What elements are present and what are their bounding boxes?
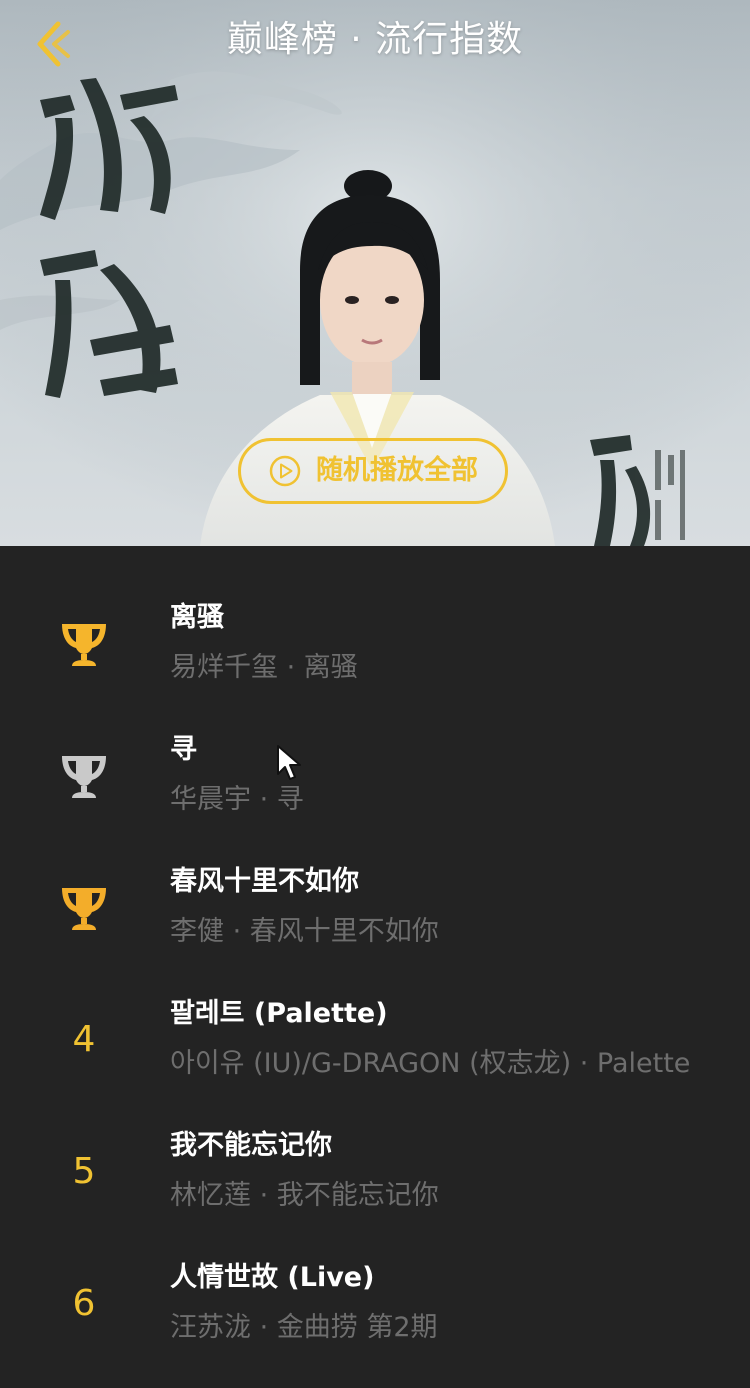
song-subtitle: 李健 · 春风十里不如你 xyxy=(170,916,439,947)
rank-badge: 6 xyxy=(44,1238,124,1370)
list-item[interactable]: 寻 华晨宇 · 寻 xyxy=(0,710,750,842)
rank-badge: 4 xyxy=(44,974,124,1106)
song-subtitle: 林忆莲 · 我不能忘记你 xyxy=(170,1180,439,1211)
song-title: 팔레트 (Palette) xyxy=(170,998,388,1029)
song-title: 离骚 xyxy=(170,602,224,633)
rank-badge xyxy=(44,842,124,974)
silver-trophy-icon xyxy=(62,756,106,798)
list-item[interactable]: 离骚 易烊千玺 · 离骚 xyxy=(0,578,750,710)
shuffle-play-all-button[interactable]: 随机播放全部 xyxy=(238,438,508,504)
bronze-trophy-icon xyxy=(62,888,106,930)
rank-badge xyxy=(44,710,124,842)
song-subtitle: 易烊千玺 · 离骚 xyxy=(170,652,358,683)
song-list: 离骚 易烊千玺 · 离骚 寻 华晨宇 · 寻 春风十里不如你 李健 · 春风十里… xyxy=(0,546,750,1388)
play-all-label: 随机播放全部 xyxy=(316,455,478,486)
rank-badge xyxy=(44,578,124,710)
song-subtitle: 아이유 (IU)/G-DRAGON (权志龙) · Palette xyxy=(170,1048,691,1079)
list-item[interactable]: 5 我不能忘记你 林忆莲 · 我不能忘记你 xyxy=(0,1106,750,1238)
page-title: 巅峰榜 · 流行指数 xyxy=(226,19,524,60)
rank-badge: 5 xyxy=(44,1106,124,1238)
gold-trophy-icon xyxy=(62,624,106,666)
song-title: 寻 xyxy=(170,734,197,765)
list-item[interactable]: 6 人情世故 (Live) 汪苏泷 · 金曲捞 第2期 xyxy=(0,1238,750,1370)
song-subtitle: 华晨宇 · 寻 xyxy=(170,784,304,815)
hero-banner: 巅峰榜 · 流行指数 随机播放全部 xyxy=(0,0,750,546)
song-subtitle: 汪苏泷 · 金曲捞 第2期 xyxy=(170,1312,438,1343)
rank-number: 6 xyxy=(72,1283,96,1324)
rank-number: 4 xyxy=(72,1019,96,1060)
song-title: 春风十里不如你 xyxy=(170,866,359,897)
chart-page: 巅峰榜 · 流行指数 随机播放全部 离骚 易烊千玺 · 离骚 寻 华晨宇 · 寻… xyxy=(0,0,750,1388)
rank-number: 5 xyxy=(72,1151,96,1192)
list-item[interactable]: 春风十里不如你 李健 · 春风十里不如你 xyxy=(0,842,750,974)
list-item[interactable]: 4 팔레트 (Palette) 아이유 (IU)/G-DRAGON (权志龙) … xyxy=(0,974,750,1106)
song-title: 人情世故 (Live) xyxy=(170,1262,375,1293)
play-circle-icon xyxy=(269,455,301,487)
song-title: 我不能忘记你 xyxy=(170,1130,332,1161)
